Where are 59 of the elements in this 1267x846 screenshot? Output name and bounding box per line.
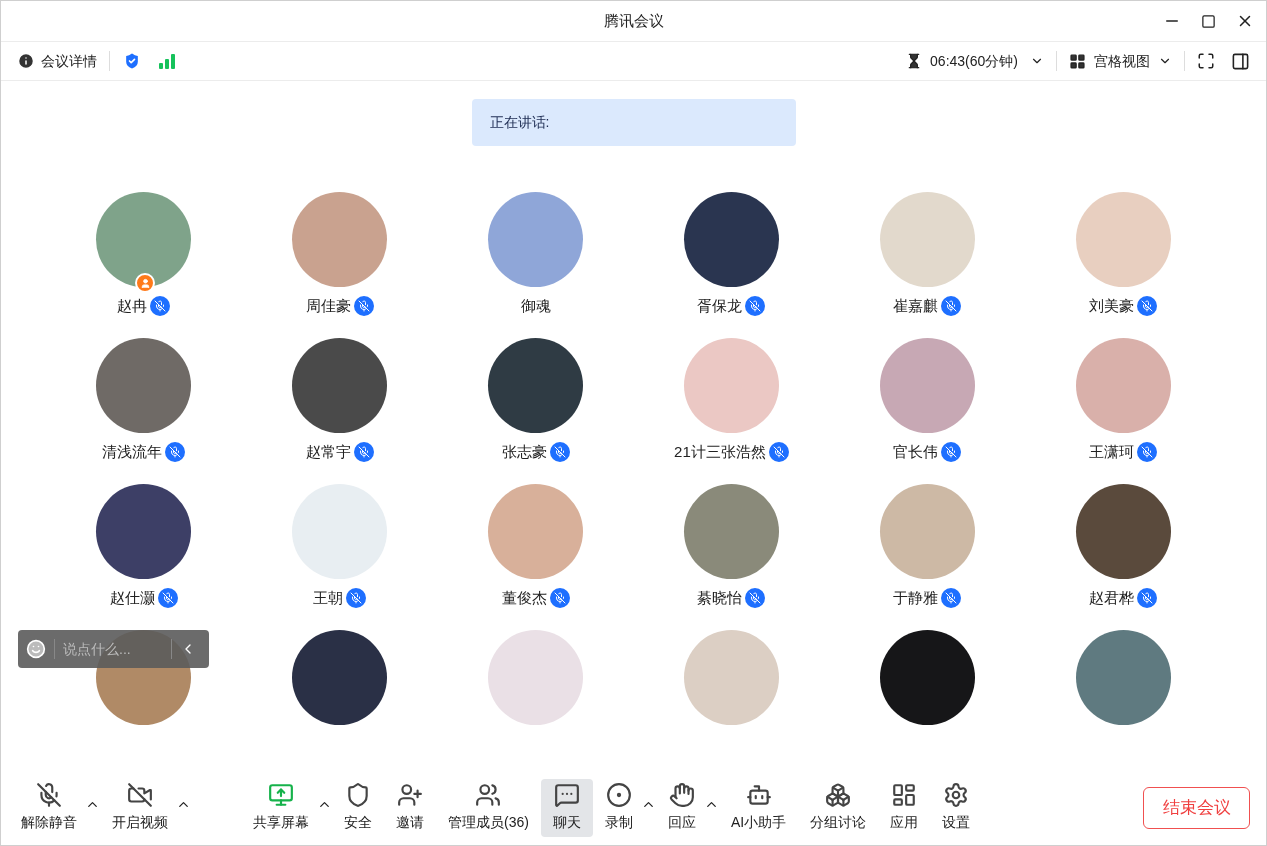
window-title: 腾讯会议 (603, 10, 664, 31)
hand-icon (668, 782, 695, 808)
mic-off-icon (36, 782, 62, 808)
participant-name: 21计三张浩然 (674, 441, 766, 462)
toolbar-button[interactable]: 开启视频 (100, 778, 180, 837)
grid-icon (891, 782, 918, 808)
maximize-icon[interactable] (1201, 13, 1216, 29)
signal-icon (158, 53, 176, 69)
participant-name: 赵常宇 (305, 441, 351, 462)
shield-icon (345, 782, 371, 808)
settings-icon (943, 782, 970, 808)
participant-name: 赵君桦 (1089, 587, 1135, 608)
participant-name: 胥保龙 (697, 295, 743, 316)
fullscreen-icon[interactable] (1197, 52, 1215, 70)
participant-name: 清浅流年 (102, 441, 163, 462)
speaking-banner: 正在讲话: (471, 99, 796, 146)
participant-name: 御魂 (520, 295, 551, 316)
toolbar-button[interactable]: 邀请 (384, 778, 436, 837)
toolbar-button[interactable]: 回应 (655, 778, 708, 837)
participant-name: 刘美豪 (1089, 295, 1135, 316)
timer-button[interactable]: 06:43(60分钟) (906, 50, 1044, 72)
toolbar-button[interactable]: 管理成员(36) (436, 778, 541, 837)
robot-icon (745, 782, 772, 808)
users-icon (475, 782, 502, 808)
participant-name: 于静雅 (893, 587, 939, 608)
user-plus-icon (397, 782, 423, 808)
chat-input-field[interactable]: 说点什么... (18, 630, 209, 668)
participant-name: 王潇珂 (1089, 441, 1135, 462)
meeting-details-button[interactable]: 会议详情 (17, 50, 97, 72)
participant-name: 张志豪 (501, 441, 547, 462)
participant-name: 綦晓怡 (697, 587, 743, 608)
toolbar-button[interactable]: 聊天 (540, 778, 593, 837)
toolbar-button[interactable]: 应用 (878, 778, 931, 837)
participant-name: 董俊杰 (501, 587, 547, 608)
info-icon (17, 52, 35, 70)
participant-name: 王朝 (313, 587, 344, 608)
emoji-icon[interactable] (26, 639, 46, 659)
sidebar-icon[interactable] (1231, 51, 1250, 71)
toolbar-button[interactable]: 解除静音 (9, 778, 89, 837)
toolbar-button[interactable]: 设置 (930, 778, 983, 837)
participant-name: 赵仕灏 (109, 587, 155, 608)
toolbar-button[interactable]: 分组讨论 (798, 778, 879, 837)
participant-name: 崔嘉麒 (893, 295, 939, 316)
grid-icon (1069, 52, 1086, 70)
blocks-icon (825, 782, 852, 808)
participant-name: 赵冉 (117, 295, 148, 316)
toolbar-button[interactable]: 录制 (592, 778, 645, 837)
share-screen-icon (268, 782, 294, 808)
participant-name: 周佳豪 (305, 295, 351, 316)
record-icon (605, 782, 632, 808)
participant-name: 官长伟 (893, 441, 939, 462)
chat-icon (553, 782, 580, 808)
toolbar-button[interactable]: 共享屏幕 (241, 778, 321, 837)
chat-text-input[interactable]: 说点什么... (63, 638, 163, 660)
toolbar-button[interactable]: AI小助手 (718, 778, 799, 837)
view-button[interactable]: 宫格视图 (1069, 50, 1172, 72)
toolbar-button[interactable]: 安全 (332, 778, 384, 837)
camera-off-icon (127, 782, 153, 808)
end-meeting-button[interactable]: 结束会议 (1143, 786, 1250, 829)
